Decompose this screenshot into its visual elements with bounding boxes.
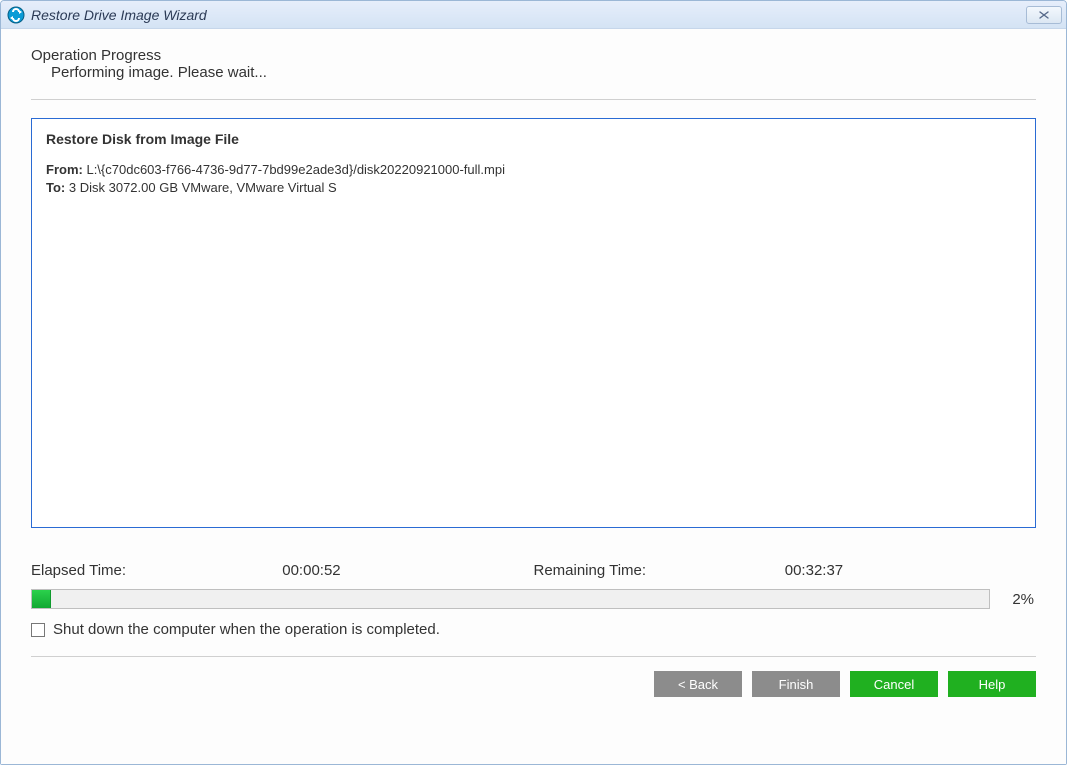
divider-bottom bbox=[31, 656, 1036, 657]
progress-row: 2% bbox=[31, 589, 1036, 609]
from-value: L:\{c70dc603-f766-4736-9d77-7bd99e2ade3d… bbox=[86, 162, 505, 177]
progress-fill bbox=[32, 590, 51, 608]
divider bbox=[31, 99, 1036, 100]
info-panel: Restore Disk from Image File From: L:\{c… bbox=[31, 118, 1036, 528]
wizard-window: Restore Drive Image Wizard Operation Pro… bbox=[0, 0, 1067, 765]
to-label: To: bbox=[46, 180, 65, 195]
finish-button[interactable]: Finish bbox=[752, 671, 840, 697]
titlebar[interactable]: Restore Drive Image Wizard bbox=[1, 1, 1066, 29]
shutdown-row: Shut down the computer when the operatio… bbox=[31, 621, 1036, 638]
page-subtitle: Performing image. Please wait... bbox=[31, 64, 1036, 81]
from-row: From: L:\{c70dc603-f766-4736-9d77-7bd99e… bbox=[46, 161, 1021, 179]
content-area: Operation Progress Performing image. Ple… bbox=[1, 29, 1066, 764]
panel-heading: Restore Disk from Image File bbox=[46, 131, 1021, 147]
heading-block: Operation Progress Performing image. Ple… bbox=[31, 47, 1036, 81]
close-button[interactable] bbox=[1026, 6, 1062, 24]
elapsed-value: 00:00:52 bbox=[282, 562, 533, 579]
elapsed-label: Elapsed Time: bbox=[31, 562, 282, 579]
from-label: From: bbox=[46, 162, 83, 177]
shutdown-checkbox[interactable] bbox=[31, 623, 45, 637]
shutdown-label: Shut down the computer when the operatio… bbox=[53, 621, 440, 638]
remaining-label: Remaining Time: bbox=[534, 562, 785, 579]
to-row: To: 3 Disk 3072.00 GB VMware, VMware Vir… bbox=[46, 179, 1021, 197]
app-icon bbox=[7, 6, 25, 24]
button-row: < Back Finish Cancel Help bbox=[31, 671, 1036, 703]
progress-bar bbox=[31, 589, 990, 609]
times-row: Elapsed Time: 00:00:52 Remaining Time: 0… bbox=[31, 562, 1036, 579]
remaining-value: 00:32:37 bbox=[785, 562, 1036, 579]
back-button[interactable]: < Back bbox=[654, 671, 742, 697]
help-button[interactable]: Help bbox=[948, 671, 1036, 697]
progress-percent: 2% bbox=[990, 591, 1036, 608]
to-value: 3 Disk 3072.00 GB VMware, VMware Virtual… bbox=[69, 180, 337, 195]
cancel-button[interactable]: Cancel bbox=[850, 671, 938, 697]
page-title: Operation Progress bbox=[31, 47, 1036, 64]
window-title: Restore Drive Image Wizard bbox=[31, 7, 1026, 23]
